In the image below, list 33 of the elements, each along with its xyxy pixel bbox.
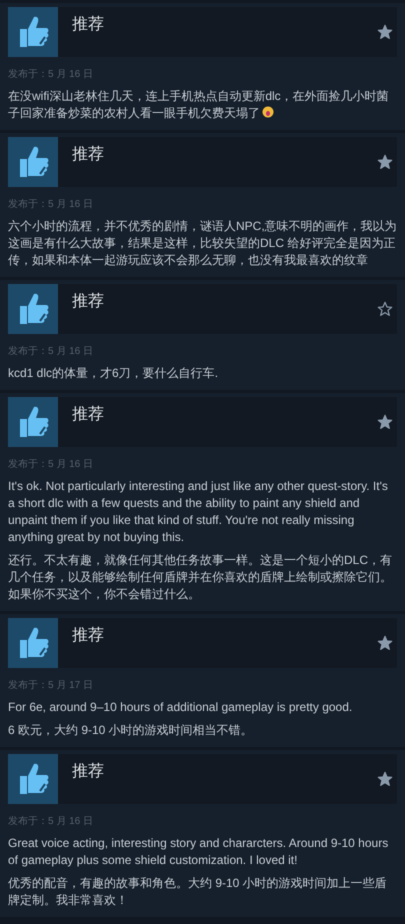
review-text: 6 欧元，大约 9-10 小时的游戏时间相当不错。: [8, 722, 254, 739]
review-text: 优秀的配音，有趣的故事和角色。大约 9-10 小时的游戏时间加上一些盾牌定制。我非常喜欢！: [8, 875, 388, 909]
star-icon[interactable]: [377, 301, 393, 317]
review-text: 六个小时的流程，并不优秀的剧情，谜语人NPC,意味不明的画作，我以为这画是有什么大故事，结果是这样，比较失望的DLC 给好评完全是因为正传，如果和本体一起游玩应该不会那么无聊，也没有我最喜欢的纹章: [8, 218, 397, 269]
post-date: 发布于：5 月 17 日: [8, 679, 94, 693]
review-verdict: 推荐: [72, 762, 105, 782]
thumbs-up-icon: [8, 137, 58, 187]
thumbs-up-icon: [8, 7, 58, 57]
review-verdict: 推荐: [72, 144, 105, 165]
post-date: 发布于：5 月 16 日: [8, 458, 94, 472]
review-text: 在没wifi深山老林住几天，连上手机热点自动更新dlc，在外面捡几小时菌子回家准备炒菜的农村人看一眼手机欠费天塌了: [8, 88, 390, 122]
star-icon[interactable]: [377, 154, 393, 170]
post-date: 发布于：5 月 16 日: [8, 68, 94, 82]
star-icon[interactable]: [377, 414, 393, 430]
star-icon[interactable]: [377, 635, 393, 651]
review-text: 还行。不太有趣，就像任何其他任务故事一样。这是一个短小的DLC，有几个任务，以及能够绘制任何盾牌并在你喜欢的盾牌上绘制或擦除它们。如果你不买这个，你不会错过什么。: [8, 552, 394, 603]
review-text: kcd1 dlc的体量，才6刀，要什么自行车.: [8, 365, 220, 382]
review-text: For 6e, around 9–10 hours of additional gameplay is pretty good.: [8, 699, 354, 716]
review-text: It's ok. Not particularly interesting and just like any other quest-story. It's a short dlc with a few quests and the ability to paint any shield and unpaint them if you like that kind of stuff. You're not really missing anything great by not buying this.: [8, 478, 389, 546]
post-date: 发布于：5 月 16 日: [8, 815, 94, 829]
review-text: Great voice acting, interesting story and chararcters. Around 9-10 hours of gameplay plus some shield customization. I loved it!: [8, 835, 390, 869]
thumbs-up-icon: [8, 397, 58, 447]
star-icon[interactable]: [377, 771, 393, 787]
post-date: 发布于：5 月 16 日: [8, 345, 94, 359]
star-icon[interactable]: [377, 24, 393, 40]
review-verdict: 推荐: [72, 404, 105, 425]
thumbs-up-icon: [8, 754, 58, 804]
review-verdict: 推荐: [72, 626, 105, 646]
review-verdict: 推荐: [72, 292, 105, 312]
review-verdict: 推荐: [72, 14, 105, 35]
thumbs-up-icon: [8, 618, 58, 668]
post-date: 发布于：5 月 16 日: [8, 198, 94, 212]
thumbs-up-icon: [8, 284, 58, 334]
